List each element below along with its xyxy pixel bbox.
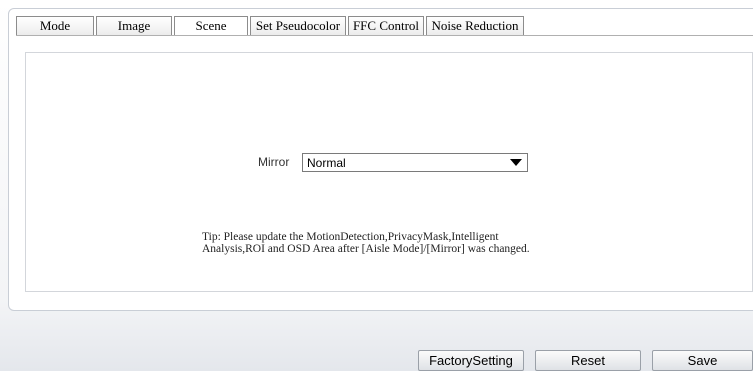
- mirror-label: Mirror: [258, 155, 290, 169]
- tip-line-1: Tip: Please update the MotionDetection,P…: [202, 231, 499, 243]
- tab-noise-reduction[interactable]: Noise Reduction: [426, 16, 524, 35]
- tab-scene[interactable]: Scene: [174, 16, 248, 35]
- tab-bar: Mode Image Scene Set Pseudocolor FFC Con…: [16, 16, 526, 35]
- tip-text: Tip: Please update the MotionDetection,P…: [202, 231, 562, 255]
- reset-button[interactable]: Reset: [535, 350, 641, 371]
- tab-divider: [16, 35, 753, 36]
- save-button[interactable]: Save: [652, 350, 753, 371]
- tab-mode[interactable]: Mode: [16, 16, 94, 35]
- scene-panel: [25, 52, 753, 292]
- dropdown-arrow-icon: [510, 159, 522, 166]
- tip-line-2: Analysis,ROI and OSD Area after [Aisle M…: [202, 243, 530, 255]
- tab-ffc-control[interactable]: FFC Control: [348, 16, 424, 35]
- factory-setting-button[interactable]: FactorySetting: [418, 350, 524, 371]
- tab-set-pseudocolor[interactable]: Set Pseudocolor: [250, 16, 346, 35]
- mirror-select[interactable]: Normal: [302, 153, 528, 172]
- mirror-selected-value: Normal: [307, 155, 346, 170]
- tab-image[interactable]: Image: [96, 16, 172, 35]
